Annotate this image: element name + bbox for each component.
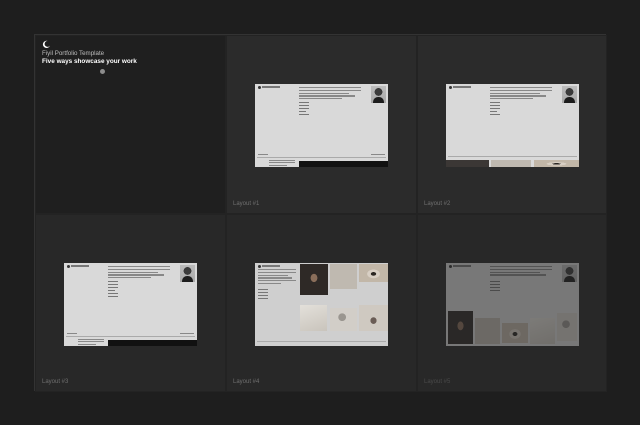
layout-5-thumbnail[interactable] — [446, 263, 579, 346]
intro-cell: Fiyil Portfolio Template Five ways showc… — [35, 35, 226, 214]
thumb-photo — [475, 318, 500, 344]
thumb-footer-bar — [108, 340, 197, 346]
layout-5-cell[interactable]: Layout #5 — [417, 214, 607, 392]
layout-4-thumbnail[interactable] — [255, 263, 388, 346]
layout-4-cell[interactable]: Layout #4 — [226, 214, 417, 392]
layout-1-label: Layout #1 — [233, 201, 260, 207]
thumb-photo — [330, 264, 357, 289]
thumb-avatar — [371, 86, 386, 103]
thumb-photo — [448, 311, 473, 344]
thumb-photo — [491, 160, 531, 167]
status-dot — [100, 69, 105, 74]
thumb-photo — [359, 305, 388, 331]
layout-3-label: Layout #3 — [42, 379, 69, 385]
thumb-links — [299, 102, 309, 117]
thumb-photo — [359, 264, 388, 282]
layout-2-cell[interactable]: Layout #2 — [417, 35, 607, 214]
thumb-bio — [299, 87, 361, 101]
thumb-photo — [534, 160, 579, 167]
layout-5-label: Layout #5 — [424, 379, 451, 385]
layout-grid: Fiyil Portfolio Template Five ways showc… — [34, 34, 607, 392]
thumb-avatar — [562, 86, 577, 103]
thumb-name — [262, 86, 280, 88]
intro-title: Fiyil Portfolio Template — [42, 50, 105, 57]
thumb-photo — [300, 264, 328, 295]
layout-2-label: Layout #2 — [424, 201, 451, 207]
layout-3-cell[interactable]: Layout #3 — [35, 214, 226, 392]
layout-4-label: Layout #4 — [233, 379, 260, 385]
thumb-photo — [330, 308, 357, 331]
intro-subtitle: Five ways showcase your work — [42, 58, 137, 65]
thumb-logo — [258, 86, 261, 89]
thumb-avatar — [562, 265, 577, 282]
thumb-footer-bar — [299, 161, 388, 167]
thumb-photo — [502, 323, 528, 343]
thumb-photo — [557, 313, 577, 341]
thumb-photo — [530, 318, 555, 344]
thumb-photo — [446, 160, 489, 167]
layout-1-cell[interactable]: Layout #1 — [226, 35, 417, 214]
moon-icon — [42, 40, 50, 49]
thumb-photo — [300, 305, 327, 331]
layout-3-thumbnail[interactable] — [64, 263, 197, 346]
layout-2-thumbnail[interactable] — [446, 84, 579, 167]
thumb-avatar — [180, 265, 195, 282]
layout-1-thumbnail[interactable] — [255, 84, 388, 167]
